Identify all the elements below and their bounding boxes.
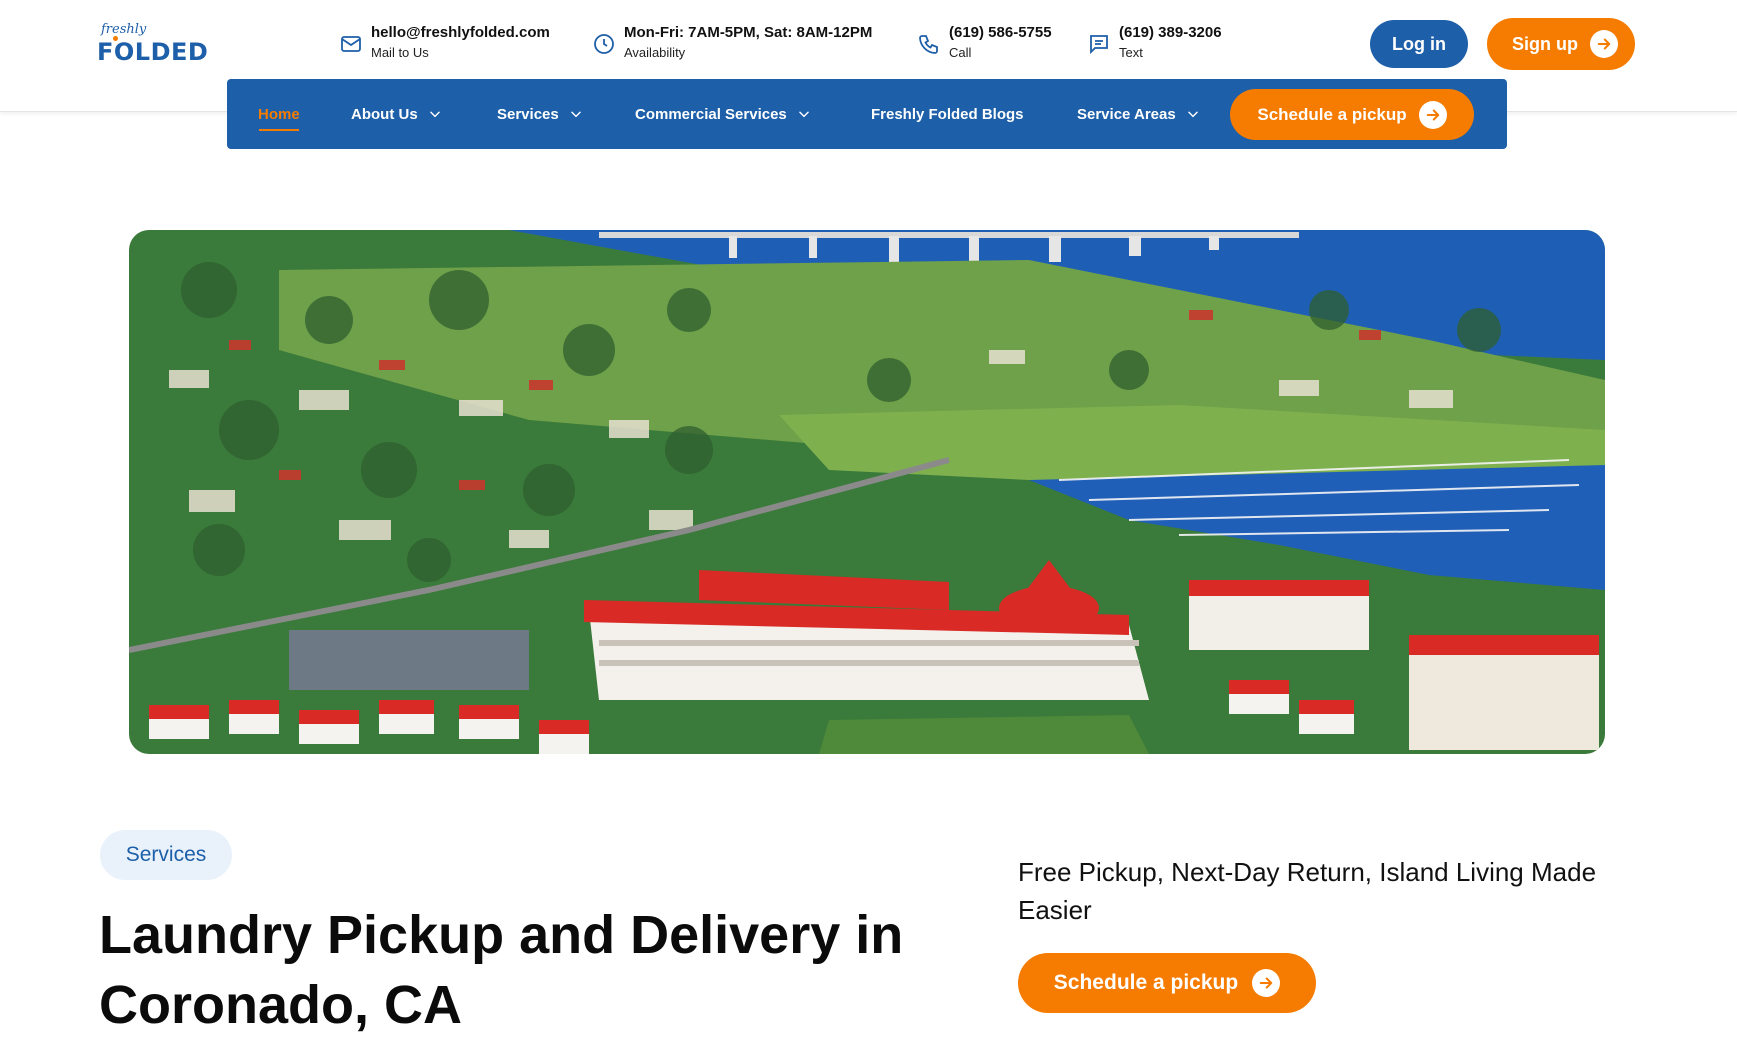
- contact-phone-value[interactable]: (619) 586-5755: [949, 22, 1052, 44]
- nav-item-label: Commercial Services: [635, 105, 787, 123]
- logo-wordmark: FOLDED: [97, 38, 209, 66]
- contact-email-value[interactable]: hello@freshlyfolded.com: [371, 22, 550, 44]
- contact-phone[interactable]: (619) 586-5755 Call: [917, 22, 1052, 66]
- contact-text-value[interactable]: (619) 389-3206: [1119, 22, 1222, 44]
- phone-icon: [919, 35, 938, 54]
- contact-phone-label: Call: [949, 45, 972, 60]
- contact-email-label: Mail to Us: [371, 45, 429, 60]
- schedule-pickup-button[interactable]: Schedule a pickup: [1018, 953, 1316, 1013]
- services-badge: Services: [100, 830, 232, 880]
- contact-text[interactable]: (619) 389-3206 Text: [1087, 22, 1222, 66]
- nav-item-label: About Us: [351, 105, 418, 123]
- message-icon: [1090, 35, 1108, 55]
- hero-image-coronado: [129, 230, 1605, 754]
- login-button[interactable]: Log in: [1370, 20, 1468, 68]
- nav-schedule-pickup-button[interactable]: Schedule a pickup: [1230, 89, 1474, 140]
- contact-hours-label: Availability: [624, 45, 686, 60]
- nav-item-service-areas[interactable]: Service Areas: [1077, 79, 1200, 149]
- nav-item-home[interactable]: Home: [258, 79, 300, 149]
- nav-item-services[interactable]: Services: [497, 79, 583, 149]
- logo-accent-dot: [113, 36, 118, 41]
- contact-hours-value: Mon-Fri: 7AM-5PM, Sat: 8AM-12PM: [624, 24, 873, 41]
- chevron-down-icon: [570, 111, 581, 118]
- contact-email[interactable]: hello@freshlyfolded.com Mail to Us: [339, 22, 550, 66]
- nav-item-blogs[interactable]: Freshly Folded Blogs: [871, 79, 1024, 149]
- mail-icon: [341, 36, 361, 52]
- brand-logo[interactable]: freshly FOLDED: [97, 22, 208, 66]
- nav-item-about-us[interactable]: About Us: [351, 79, 442, 149]
- contact-text-label: Text: [1119, 45, 1143, 60]
- nav-item-label: Freshly Folded Blogs: [871, 105, 1024, 123]
- schedule-pickup-label: Schedule a pickup: [1053, 971, 1239, 994]
- chevron-down-icon: [1187, 111, 1198, 118]
- contact-hours: Mon-Fri: 7AM-5PM, Sat: 8AM-12PM Availabi…: [592, 22, 872, 66]
- arrow-right-icon: [1590, 30, 1618, 58]
- nav-item-label: Services: [497, 105, 559, 123]
- arrow-right-icon: [1252, 969, 1281, 997]
- nav-item-label: Service Areas: [1077, 105, 1176, 123]
- nav-item-commercial-services[interactable]: Commercial Services: [635, 79, 811, 149]
- hero-tagline: Free Pickup, Next-Day Return, Island Liv…: [1018, 857, 1597, 925]
- chevron-down-icon: [798, 111, 809, 118]
- page-title: Laundry Pickup and Delivery in Coronado,…: [99, 905, 904, 1035]
- arrow-right-icon: [1418, 100, 1447, 129]
- nav-schedule-pickup-label: Schedule a pickup: [1257, 104, 1407, 124]
- chevron-down-icon: [429, 111, 440, 118]
- nav-item-label: Home: [258, 105, 300, 123]
- signup-button[interactable]: Sign up: [1487, 18, 1635, 70]
- clock-icon: [594, 34, 614, 54]
- logo-script-text: freshly: [101, 22, 147, 37]
- signup-button-label: Sign up: [1512, 33, 1578, 54]
